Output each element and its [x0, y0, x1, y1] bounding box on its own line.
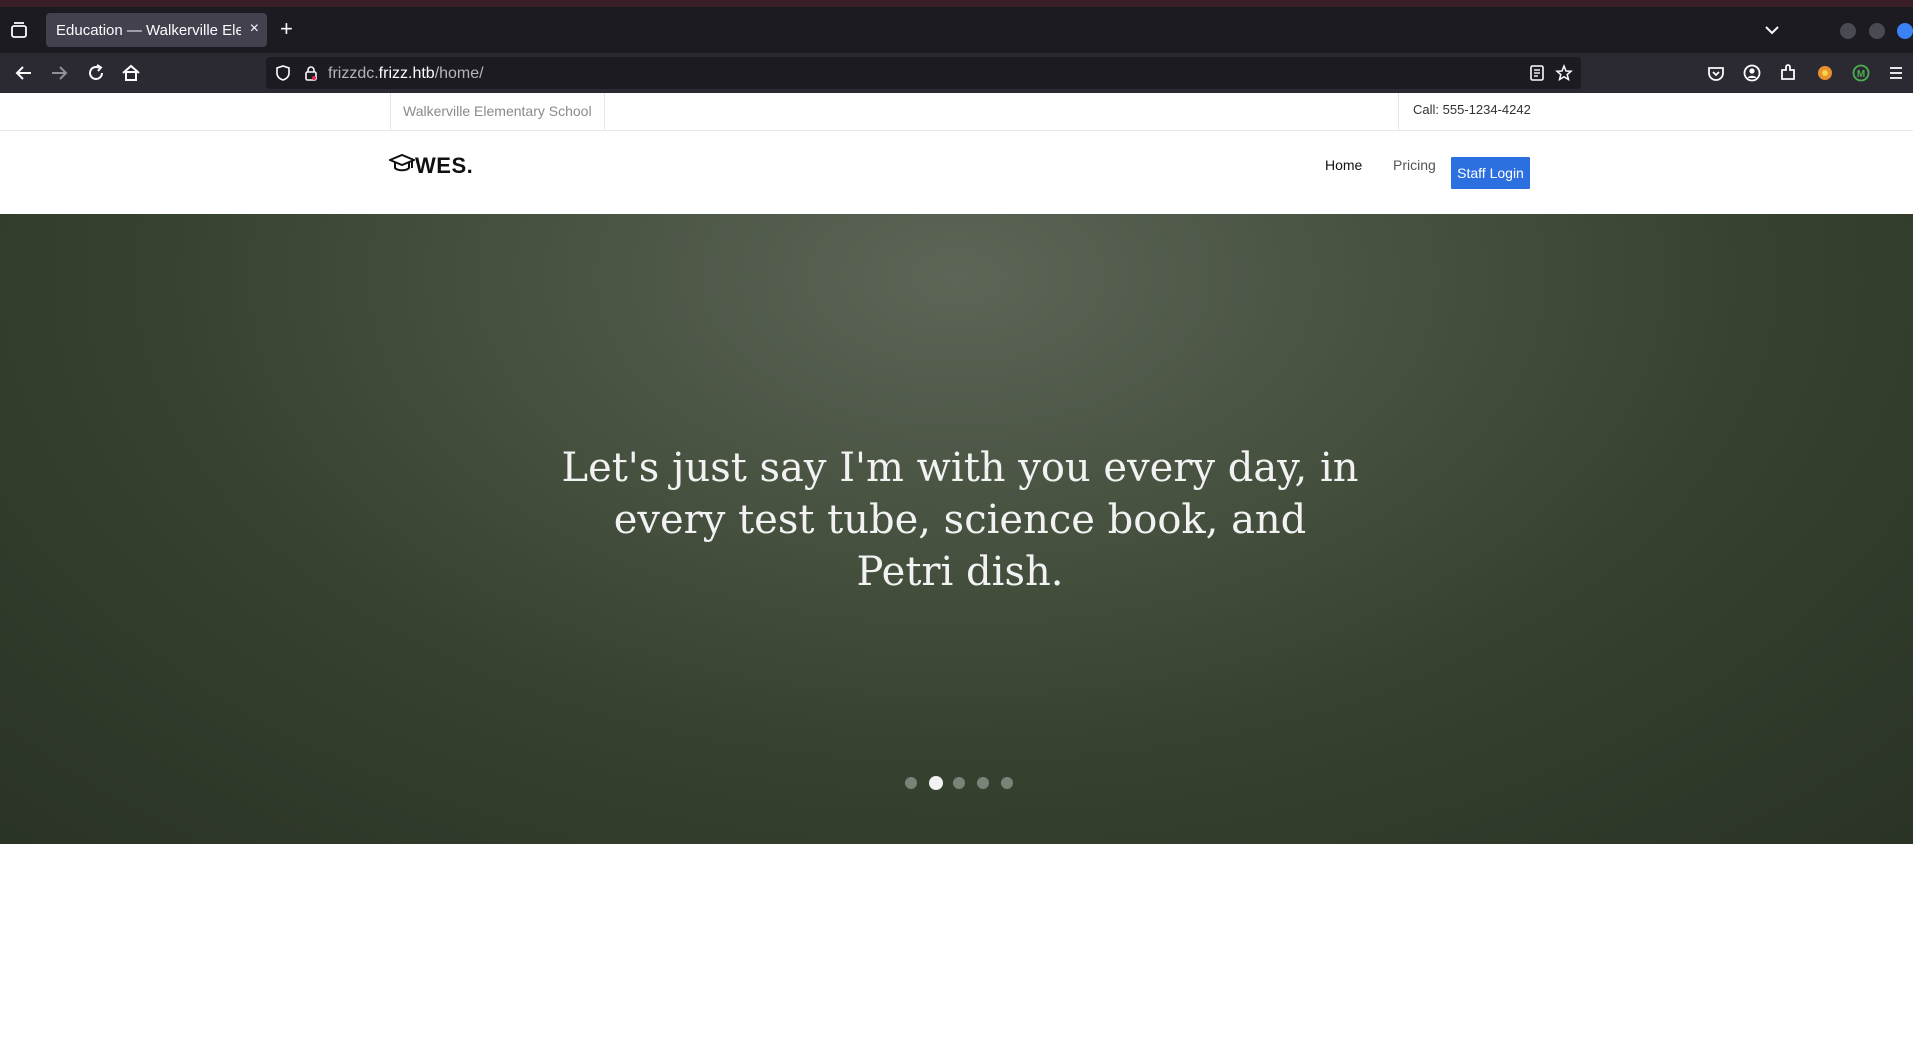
tab-list-icon[interactable]	[8, 19, 32, 43]
reader-view-icon[interactable]	[1528, 64, 1546, 82]
url-text[interactable]: frizzdc.frizz.htb/home/	[328, 65, 484, 83]
hero-carousel: Let's just say I'm with you every day, i…	[0, 214, 1913, 844]
forward-arrow-icon[interactable]	[48, 62, 70, 84]
close-window-button[interactable]	[1897, 23, 1913, 39]
desktop-top-strip	[0, 0, 1913, 7]
phone-number: Call: 555-1234-4242	[1398, 93, 1545, 130]
hamburger-menu-icon[interactable]	[1885, 62, 1907, 84]
carousel-dot[interactable]	[929, 776, 943, 790]
staff-login-button[interactable]: Staff Login	[1451, 157, 1530, 189]
browser-tab-bar: Education — Walkerville Elementary Schoo…	[0, 7, 1913, 53]
chevron-down-icon[interactable]	[1762, 20, 1782, 45]
tab-title: Education — Walkerville Elementary Schoo…	[56, 22, 241, 39]
url-bar[interactable]: frizzdc.frizz.htb/home/	[266, 57, 1581, 89]
maximize-button[interactable]	[1869, 23, 1885, 39]
site-logo[interactable]: WES.	[387, 151, 474, 182]
carousel-dot[interactable]	[977, 777, 989, 789]
minimize-button[interactable]	[1840, 23, 1856, 39]
browser-nav-bar: frizzdc.frizz.htb/home/ M	[0, 53, 1913, 93]
back-arrow-icon[interactable]	[13, 62, 35, 84]
home-icon[interactable]	[120, 62, 142, 84]
extension-orange-icon[interactable]	[1814, 62, 1836, 84]
graduation-cap-icon	[387, 151, 417, 182]
nav-home-link[interactable]: Home	[1325, 157, 1362, 173]
lock-icon[interactable]	[302, 64, 320, 82]
svg-text:M: M	[1857, 69, 1865, 80]
logo-text: WES.	[415, 153, 474, 178]
new-tab-button[interactable]: +	[280, 18, 302, 41]
school-name: Walkerville Elementary School	[390, 93, 605, 130]
hero-quote: Let's just say I'm with you every day, i…	[561, 445, 1359, 595]
carousel-dot[interactable]	[905, 777, 917, 789]
extensions-icon[interactable]	[1777, 62, 1799, 84]
site-header: WES. Home Pricing Staff Login	[0, 131, 1913, 214]
tab-close-icon[interactable]: ×	[250, 20, 259, 38]
shield-icon[interactable]	[274, 64, 292, 82]
web-page: Walkerville Elementary School Call: 555-…	[0, 93, 1913, 1047]
active-tab[interactable]: Education — Walkerville Elementary Schoo…	[46, 13, 267, 47]
extension-green-icon[interactable]: M	[1850, 62, 1872, 84]
carousel-dot[interactable]	[953, 777, 965, 789]
nav-pricing-link[interactable]: Pricing	[1393, 157, 1436, 173]
bookmark-star-icon[interactable]	[1555, 63, 1573, 82]
carousel-indicators	[905, 776, 1015, 791]
reload-icon[interactable]	[85, 62, 107, 84]
pocket-icon[interactable]	[1705, 62, 1727, 84]
account-icon[interactable]	[1741, 62, 1763, 84]
carousel-dot[interactable]	[1001, 777, 1013, 789]
site-top-bar: Walkerville Elementary School Call: 555-…	[0, 93, 1913, 131]
